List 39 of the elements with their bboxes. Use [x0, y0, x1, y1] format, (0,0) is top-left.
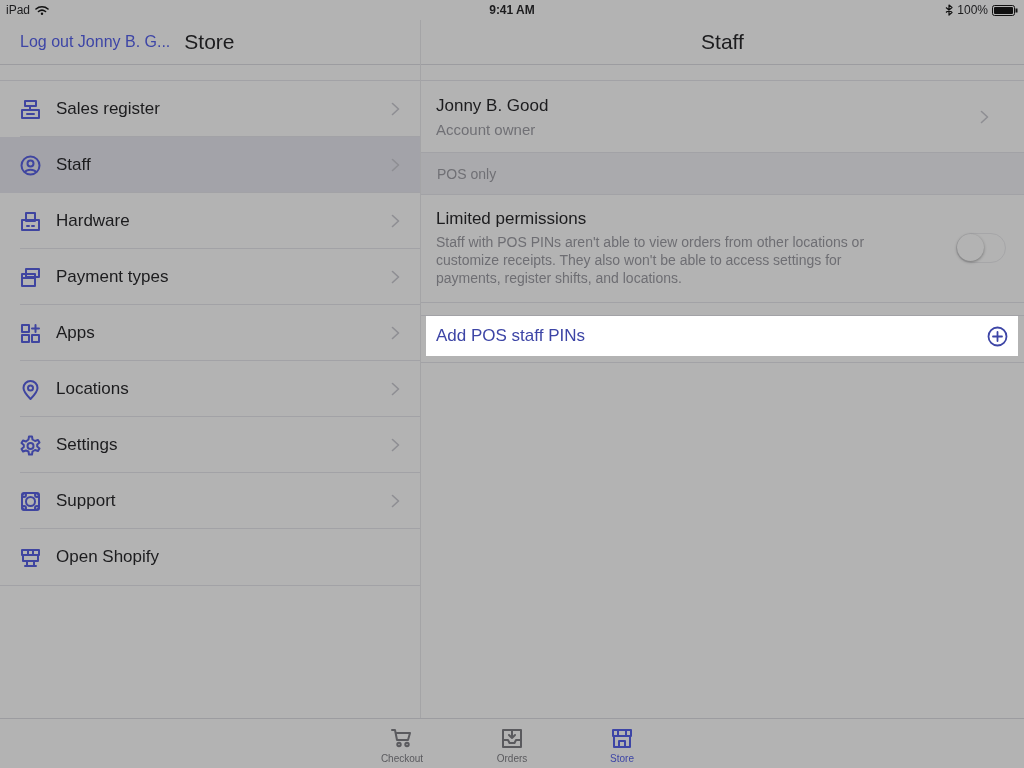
nav-title: Staff	[701, 30, 744, 54]
menu-item[interactable]: Apps	[0, 305, 420, 361]
menu-item[interactable]: Open Shopify	[0, 529, 420, 585]
chevron-right-icon	[980, 109, 989, 124]
setting-description: Staff with POS PINs aren't able to view orders from other locations or customize receipts. They also won't be able to access settings for payments, register shifts, and locations.	[436, 233, 866, 287]
menu-item[interactable]: Sales register	[0, 81, 420, 137]
storefront-icon	[611, 728, 633, 749]
menu-item[interactable]: Staff	[0, 137, 420, 193]
person-icon	[20, 154, 41, 176]
wifi-icon	[35, 5, 50, 15]
device-name: iPad	[6, 3, 31, 17]
nav-title: Store	[184, 30, 235, 54]
apps-icon	[20, 322, 41, 344]
staff-name: Jonny B. Good	[436, 95, 550, 116]
status-time: 9:41 AM	[489, 3, 535, 17]
staff-role: Account owner	[436, 120, 537, 138]
logout-link[interactable]: Log out Jonny B. G...	[20, 33, 171, 51]
menu-item[interactable]: Hardware	[0, 193, 420, 249]
bluetooth-icon	[945, 4, 954, 16]
menu-item[interactable]: Support	[0, 473, 420, 529]
register-icon	[20, 98, 41, 120]
menu-item[interactable]: Settings	[0, 417, 420, 473]
location-pin-icon	[20, 378, 41, 400]
lifebuoy-icon	[20, 490, 41, 512]
cart-icon	[391, 728, 413, 749]
battery-icon	[992, 4, 1018, 16]
add-circle-icon	[987, 325, 1008, 347]
section-header: POS only	[421, 153, 1024, 195]
settings-icon	[20, 434, 41, 456]
storefront-icon	[20, 546, 41, 568]
inbox-download-icon	[501, 728, 523, 749]
cards-icon	[20, 266, 41, 288]
setting-title: Limited permissions	[436, 209, 588, 229]
menu-item[interactable]: Locations	[0, 361, 420, 417]
add-staff-pins-button[interactable]: Add POS staff PINs	[426, 316, 1018, 356]
menu-item[interactable]: Payment types	[0, 249, 420, 305]
printer-icon	[20, 210, 41, 232]
battery-percent: 100%	[957, 3, 988, 17]
tab-bar-item[interactable]: Store	[593, 719, 651, 768]
